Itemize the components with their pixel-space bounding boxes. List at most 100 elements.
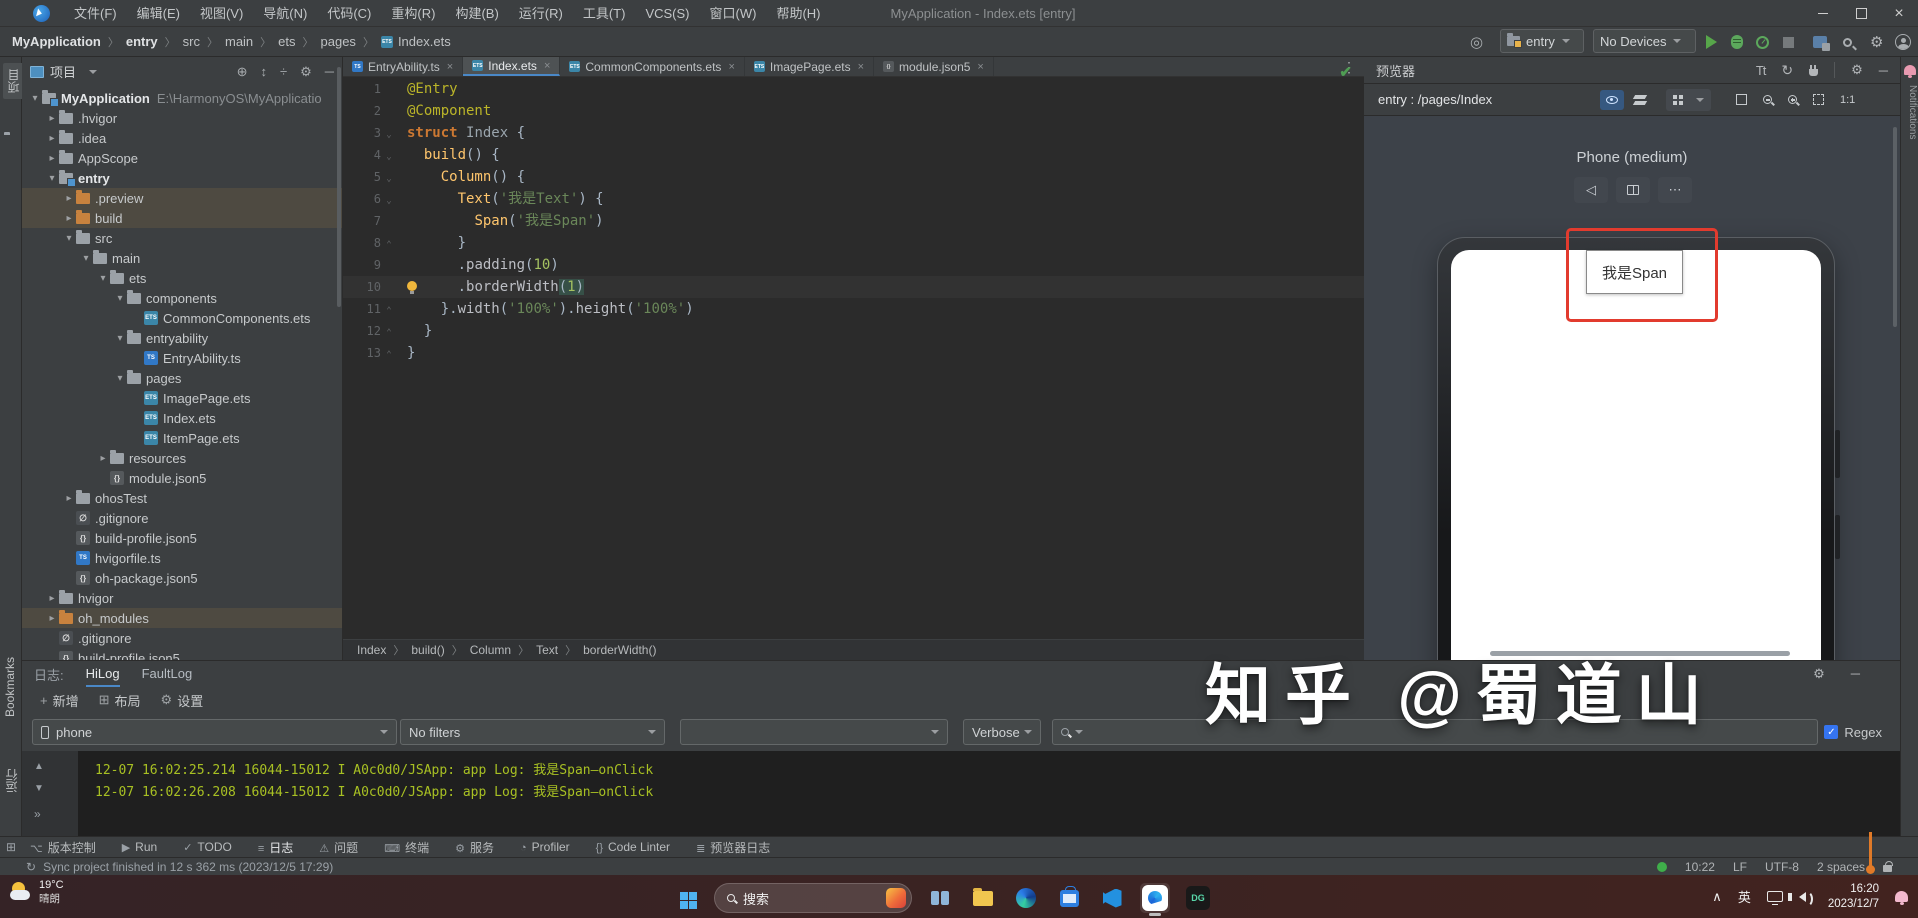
datagrip-button[interactable]: DG [1183,883,1213,913]
tool-window-tab-bookmarks[interactable]: Bookmarks [3,657,17,717]
notification-center-icon[interactable] [1895,891,1908,902]
project-settings-gear-icon[interactable]: ⚙ [300,64,312,80]
menu-item[interactable]: 代码(C) [317,0,381,27]
inspector-layers-icon[interactable] [1628,90,1652,110]
zoom-ratio-label[interactable]: 1:1 [1840,94,1855,106]
breadcrumb-item[interactable]: ets [278,34,295,49]
tree-row[interactable]: ▸.idea [22,128,342,148]
module-selector[interactable]: entry [1500,29,1584,53]
tree-row[interactable]: ▾src [22,228,342,248]
multi-device-grid-selector[interactable] [1666,89,1711,111]
volume-icon[interactable] [1799,892,1806,902]
tree-row[interactable]: ▾entry [22,168,342,188]
project-tree-scrollbar[interactable] [337,67,341,307]
tree-row[interactable]: ∅.gitignore [22,508,342,528]
collapse-arrow-icon[interactable]: ▾ [45,173,59,184]
hilog-tool-button[interactable]: ⚙设置 [155,691,210,710]
network-display-icon[interactable] [1767,891,1783,902]
code-line[interactable]: 1@Entry [343,78,1364,100]
menu-item[interactable]: 构建(B) [445,0,508,27]
hilog-tab[interactable]: FaultLog [142,661,193,687]
tree-row[interactable]: ▾entryability [22,328,342,348]
debug-button[interactable] [1731,29,1743,55]
device-selector[interactable]: No Devices [1593,29,1696,53]
weather-widget[interactable]: 19°C 晴朗 [10,879,64,906]
plugin-icon[interactable] [1809,69,1818,76]
editor-tab[interactable]: TSEntryAbility.ts× [343,57,463,76]
code-line[interactable]: 9 .padding(10) [343,254,1364,276]
tree-row[interactable]: ▸ohosTest [22,488,342,508]
tool-window-button[interactable]: ⚙服务 [455,839,494,856]
breadcrumb-item[interactable]: MyApplication [12,34,101,49]
editor-breadcrumb-item[interactable]: Text [536,643,558,657]
device-manager-icon[interactable] [1813,29,1827,55]
expand-arrow-icon[interactable]: ▸ [45,113,59,124]
run-button[interactable] [1706,29,1717,55]
code-line[interactable]: 8⌃ } [343,232,1364,254]
collapse-arrow-icon[interactable]: ▾ [28,93,42,104]
menu-item[interactable]: 运行(R) [509,0,573,27]
tab-close-icon[interactable]: × [858,61,864,73]
menu-item[interactable]: 帮助(H) [766,0,830,27]
expand-all-icon[interactable]: ↕ [260,64,267,80]
hilog-tab[interactable]: HiLog [86,661,120,687]
preview-vertical-scrollbar[interactable] [1893,127,1897,327]
tree-row[interactable]: ▸.preview [22,188,342,208]
code-line[interactable]: 11⌃ }.width('100%').height('100%') [343,298,1364,320]
device-filter-dropdown[interactable]: phone [32,719,397,745]
tree-row[interactable]: TSEntryAbility.ts [22,348,342,368]
tree-row[interactable]: ETSIndex.ets [22,408,342,428]
line-ending-indicator[interactable]: LF [1733,860,1747,874]
editor-tab[interactable]: ETSIndex.ets× [463,57,560,76]
tree-row[interactable]: {}build-profile.json5 [22,528,342,548]
expand-arrow-icon[interactable]: ▸ [62,213,76,224]
log-output-area[interactable]: ▲ ▼ » 12-07 16:02:25.214 16044-15012 I A… [22,751,1900,836]
file-explorer-button[interactable] [968,883,998,913]
preview-mode-icon[interactable] [1600,90,1624,110]
tree-row[interactable]: ▾pages [22,368,342,388]
code-line[interactable]: 3⌄struct Index { [343,122,1364,144]
tree-row[interactable]: ETSImagePage.ets [22,388,342,408]
tree-row[interactable]: {}oh-package.json5 [22,568,342,588]
previewer-hide-icon[interactable]: ─ [1879,63,1888,78]
notifications-tab[interactable]: Notifications [1901,85,1918,139]
preview-back-button[interactable]: ◁ [1574,177,1608,203]
hide-panel-icon[interactable]: ─ [325,64,334,80]
tool-window-button[interactable]: ⌨终端 [384,839,429,856]
refresh-icon[interactable]: ↻ [1781,62,1793,79]
tab-close-icon[interactable]: × [447,61,453,73]
expand-arrow-icon[interactable]: ▸ [45,153,59,164]
deveco-studio-button[interactable] [1140,883,1170,913]
tree-row[interactable]: ▸AppScope [22,148,342,168]
preview-more-button[interactable]: ⋯ [1658,177,1692,203]
indent-indicator[interactable]: 2 spaces [1817,860,1865,874]
expand-arrow-icon[interactable]: ▸ [62,493,76,504]
hilog-hide-icon[interactable]: ─ [1851,666,1860,682]
breadcrumb-item[interactable]: main [225,34,253,49]
tool-window-button[interactable]: ▶Run [122,840,157,854]
collapse-arrow-icon[interactable]: ▾ [113,293,127,304]
readonly-lock-icon[interactable] [1883,865,1892,872]
tree-row[interactable]: ETSItemPage.ets [22,428,342,448]
tool-window-button[interactable]: ≣预览器日志 [696,839,770,856]
project-view-selector[interactable]: 项目 [30,62,97,81]
breadcrumb-item[interactable]: Index.ets [398,34,451,49]
editor-tab[interactable]: {}module.json5× [874,57,994,76]
font-scale-icon[interactable]: Tt [1756,63,1766,78]
tool-window-tab-run[interactable]: 运行 [3,769,20,793]
collapse-all-icon[interactable]: ÷ [280,64,287,80]
zoom-out-icon[interactable] [1763,95,1772,104]
tree-row[interactable]: TShvigorfile.ts [22,548,342,568]
tool-window-button[interactable]: ◔Profiler [520,840,570,854]
code-editor[interactable]: 1@Entry2@Component3⌄struct Index {4⌄ bui… [343,78,1364,639]
expand-arrow-icon[interactable]: ▸ [62,193,76,204]
tool-windows-toggle-icon[interactable]: ⊞ [6,840,16,854]
breadcrumb-item[interactable]: pages [321,34,356,49]
menu-item[interactable]: 视图(V) [190,0,253,27]
tree-row[interactable]: ▾ets [22,268,342,288]
expand-arrow-icon[interactable]: ▸ [45,613,59,624]
code-line[interactable]: 12⌃ } [343,320,1364,342]
hilog-settings-gear-icon[interactable]: ⚙ [1813,666,1825,682]
tree-row[interactable]: {}module.json5 [22,468,342,488]
code-line[interactable]: 4⌄ build() { [343,144,1364,166]
